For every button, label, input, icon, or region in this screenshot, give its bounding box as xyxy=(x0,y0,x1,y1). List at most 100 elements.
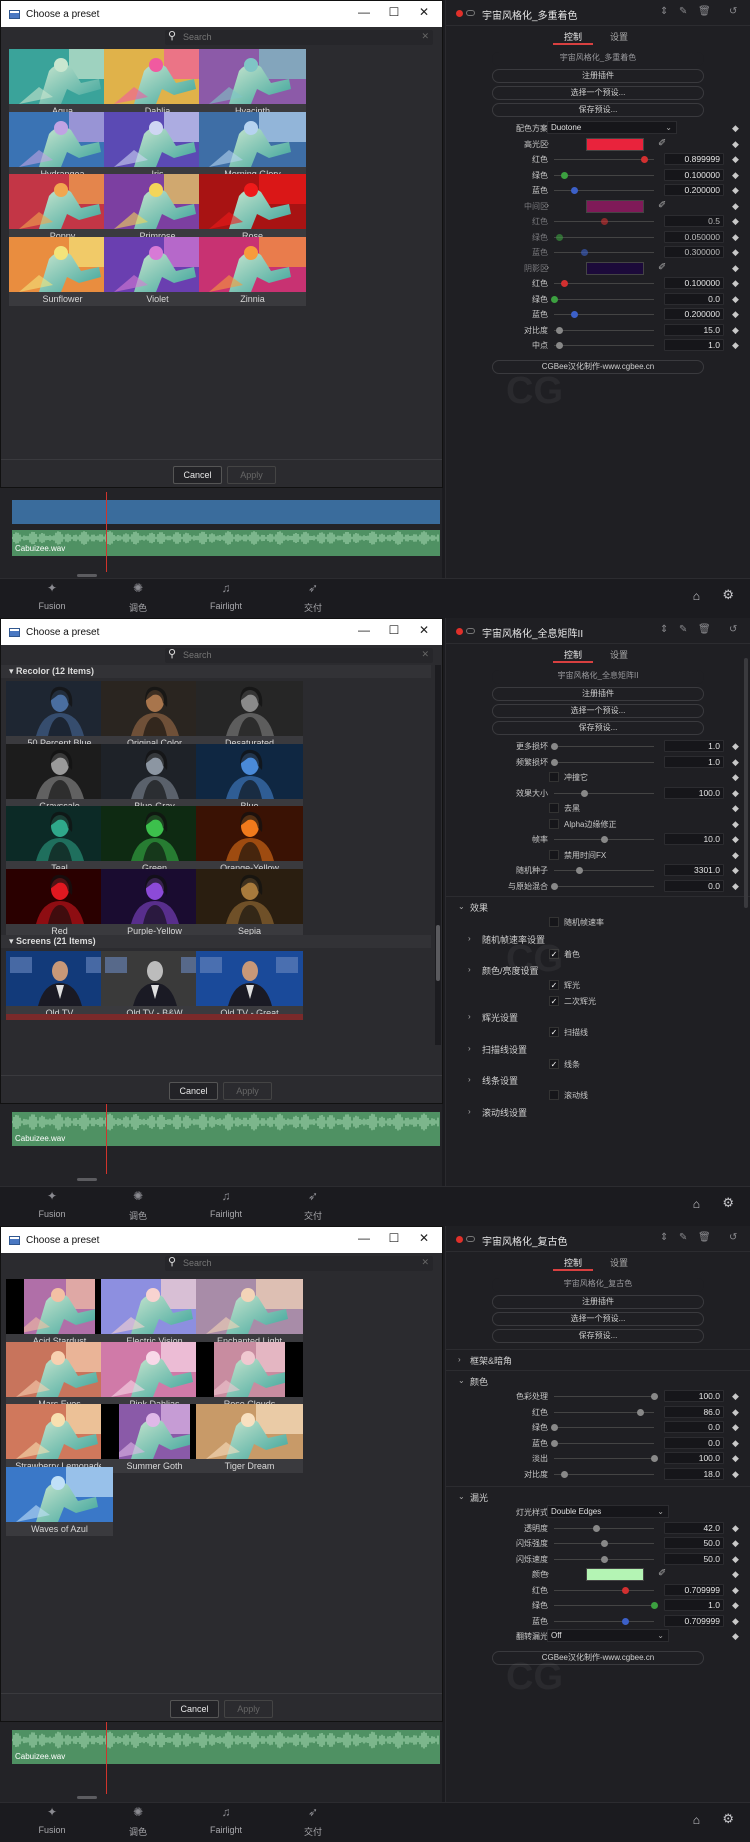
effect-enable-toggle[interactable] xyxy=(456,628,463,635)
param-slider[interactable] xyxy=(551,1424,654,1431)
reorder-icon[interactable]: ⇕ xyxy=(660,6,668,17)
save-preset-button[interactable]: 保存预设... xyxy=(492,1329,704,1343)
keyframe-diamond-icon[interactable]: ◆ xyxy=(732,1407,739,1418)
preset-tile[interactable]: Teal xyxy=(6,806,113,876)
slider-handle[interactable] xyxy=(556,233,563,241)
effect-enable-toggle[interactable] xyxy=(456,10,463,17)
slider-handle[interactable] xyxy=(571,187,578,194)
undo-icon[interactable]: ↺ xyxy=(729,1232,737,1243)
preset-tile[interactable]: 50 Percent Blue xyxy=(6,681,113,751)
keyframe-diamond-icon[interactable]: ◆ xyxy=(732,1438,739,1449)
preset-tile[interactable]: Rose Clouds xyxy=(196,1341,303,1412)
clear-icon[interactable]: ✕ xyxy=(421,649,429,660)
keyframe-diamond-icon[interactable]: ◆ xyxy=(732,170,739,181)
keyframe-diamond-icon[interactable]: ◆ xyxy=(732,1422,739,1433)
keyframe-diamond-icon[interactable]: ◆ xyxy=(732,1616,739,1627)
preset-tile[interactable]: Dahlia xyxy=(104,49,211,119)
minimize-icon[interactable]: — xyxy=(354,5,374,19)
slider-handle[interactable] xyxy=(551,743,558,750)
effect-enable-toggle[interactable] xyxy=(456,1236,463,1243)
nav-deliver[interactable]: ➶ 交付 xyxy=(283,581,343,614)
color-swatch[interactable] xyxy=(586,199,644,213)
keyframe-diamond-icon[interactable]: ◆ xyxy=(732,201,739,212)
flip-leak-dropdown[interactable]: Off ⌄ xyxy=(547,1629,669,1642)
footer-credit[interactable]: CGBee汉化制作-www.cgbee.cn xyxy=(492,359,704,374)
nav-fusion[interactable]: ✦ Fusion xyxy=(22,1805,82,1835)
param-value-field[interactable]: 1.0 xyxy=(664,1599,724,1611)
param-value-field[interactable]: 0.0 xyxy=(664,879,724,892)
audio-clip[interactable]: Cabuizee.wav xyxy=(12,1730,440,1764)
color-swatch[interactable] xyxy=(586,1568,644,1581)
param-value-field[interactable]: 0.899999 xyxy=(664,153,724,165)
maximize-icon[interactable]: ☐ xyxy=(384,1231,404,1245)
slider-handle[interactable] xyxy=(551,295,558,303)
group-light-leak[interactable]: ⌄ 漏光 xyxy=(446,1489,750,1505)
preset-tile[interactable]: Summer Goth xyxy=(101,1404,208,1474)
param-value-field[interactable]: 0.0 xyxy=(664,1436,724,1449)
close-icon[interactable]: ✕ xyxy=(414,1231,434,1245)
checkbox[interactable] xyxy=(549,772,559,782)
slider-handle[interactable] xyxy=(556,342,563,349)
group-header[interactable]: › 辉光设置 xyxy=(446,1009,750,1025)
nav-fusion[interactable]: ✦ Fusion xyxy=(22,1189,82,1219)
keyframe-diamond-icon[interactable]: ◆ xyxy=(732,757,739,768)
clear-icon[interactable]: ✕ xyxy=(421,1257,429,1268)
section-header[interactable]: ▾ Recolor (12 Items) xyxy=(1,665,431,678)
keyframe-diamond-icon[interactable]: ◆ xyxy=(732,325,739,336)
param-value-field[interactable]: 50.0 xyxy=(664,1537,724,1549)
keyframe-diamond-icon[interactable]: ◆ xyxy=(732,772,739,783)
param-value-field[interactable]: 50.0 xyxy=(664,1552,724,1565)
chevron-right-icon[interactable]: › xyxy=(546,1568,549,1578)
tab-control[interactable]: 控制 xyxy=(553,648,593,663)
reorder-icon[interactable]: ⇕ xyxy=(660,1232,668,1243)
keyframe-diamond-icon[interactable]: ◆ xyxy=(732,865,739,876)
param-slider[interactable] xyxy=(554,311,654,318)
checkbox[interactable]: ✓ xyxy=(549,948,559,959)
slider-handle[interactable] xyxy=(601,1555,608,1563)
close-icon[interactable]: ✕ xyxy=(414,623,434,637)
param-slider[interactable] xyxy=(554,789,654,797)
param-slider[interactable] xyxy=(554,1540,654,1547)
magic-icon[interactable]: ✎ xyxy=(679,1232,687,1243)
keyframe-diamond-icon[interactable]: ◆ xyxy=(732,1569,739,1580)
minimize-icon[interactable]: — xyxy=(354,1231,374,1245)
param-value-field[interactable]: 0.050000 xyxy=(664,230,724,243)
preset-tile[interactable]: Iris xyxy=(104,111,211,182)
checkbox[interactable]: ✓ xyxy=(549,1058,559,1069)
slider-handle[interactable] xyxy=(651,1602,658,1609)
param-slider[interactable] xyxy=(554,171,654,179)
param-value-field[interactable]: 100.0 xyxy=(664,1390,724,1402)
tab-settings[interactable]: 设置 xyxy=(599,648,639,661)
tab-settings[interactable]: 设置 xyxy=(599,30,639,43)
timeline-scroll-handle[interactable] xyxy=(77,574,97,577)
chevron-right-icon[interactable]: › xyxy=(546,262,549,272)
param-slider[interactable] xyxy=(554,218,654,225)
preset-tile[interactable]: Hyacinth xyxy=(199,49,306,119)
keyframe-diamond-icon[interactable]: ◆ xyxy=(732,139,739,150)
slider-handle[interactable] xyxy=(581,249,588,256)
register-plugin-button[interactable]: 注册插件 xyxy=(492,687,704,701)
param-value-field[interactable]: 42.0 xyxy=(664,1521,724,1534)
keyframe-diamond-icon[interactable]: ◆ xyxy=(732,1469,739,1480)
keyframe-diamond-icon[interactable]: ◆ xyxy=(732,819,739,830)
inspector-scrollbar[interactable] xyxy=(744,658,748,908)
param-slider[interactable] xyxy=(554,1586,654,1594)
param-slider[interactable] xyxy=(551,758,654,766)
keyframe-diamond-icon[interactable]: ◆ xyxy=(732,278,739,289)
keyframe-diamond-icon[interactable]: ◆ xyxy=(732,1631,739,1642)
keyframe-diamond-icon[interactable]: ◆ xyxy=(732,1523,739,1534)
group-header[interactable]: › 扫描线设置 xyxy=(446,1041,750,1057)
apply-button[interactable]: Apply xyxy=(223,1082,272,1100)
keyframe-diamond-icon[interactable]: ◆ xyxy=(732,803,739,814)
tab-settings[interactable]: 设置 xyxy=(599,1256,639,1269)
keyframe-diamond-icon[interactable]: ◆ xyxy=(732,741,739,752)
param-value-field[interactable]: 86.0 xyxy=(664,1405,724,1418)
preset-tile[interactable]: Pink Dahlias xyxy=(101,1341,208,1412)
home-icon[interactable]: ⌂ xyxy=(693,589,700,603)
effect-visibility-icon[interactable] xyxy=(466,10,475,16)
param-value-field[interactable]: 1.0 xyxy=(664,339,724,351)
keyframe-diamond-icon[interactable]: ◆ xyxy=(732,247,739,258)
slider-handle[interactable] xyxy=(601,218,608,225)
playhead[interactable] xyxy=(106,1104,107,1174)
keyframe-diamond-icon[interactable]: ◆ xyxy=(732,1538,739,1549)
